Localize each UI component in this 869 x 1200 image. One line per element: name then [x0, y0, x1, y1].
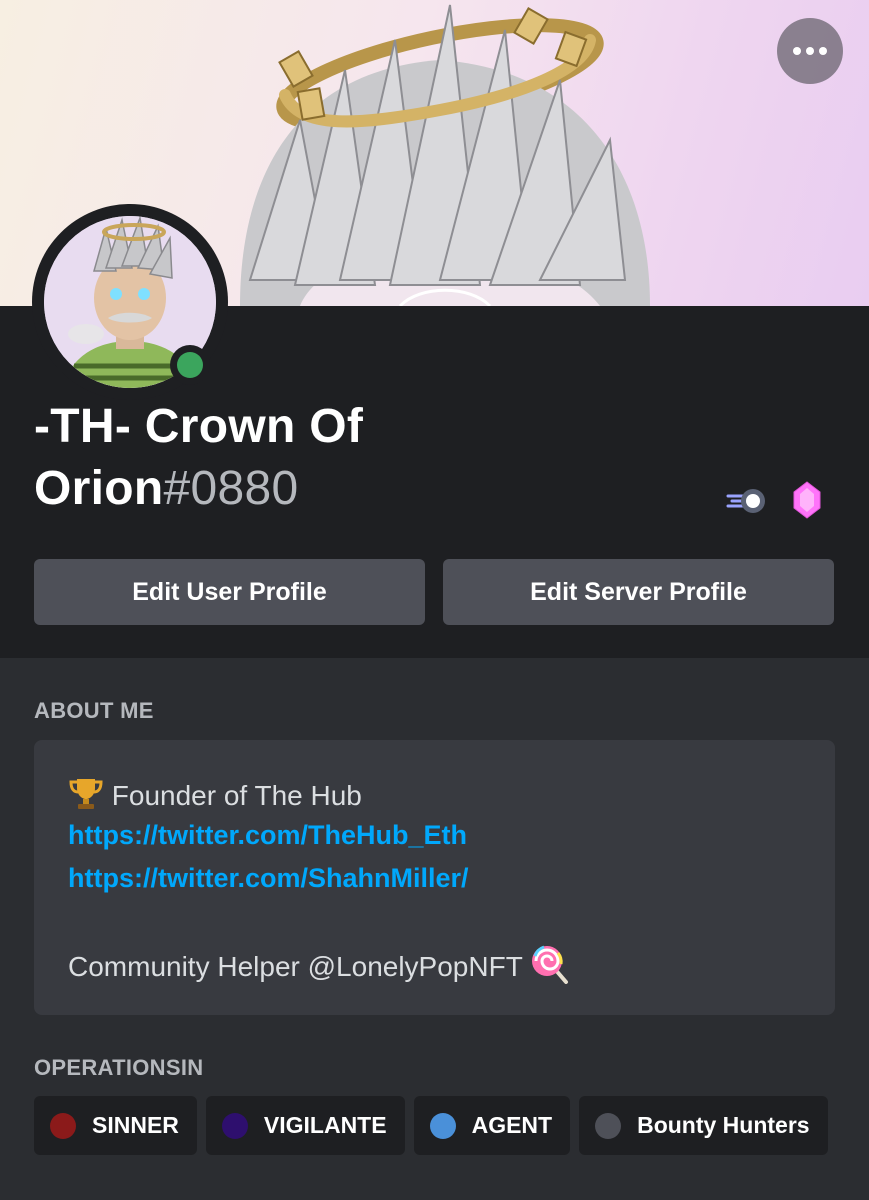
twitter-link-shahnmiller[interactable]: https://twitter.com/ShahnMiller/	[68, 863, 469, 894]
more-options-button[interactable]	[777, 18, 843, 84]
about-me-heading: ABOUT ME	[34, 698, 154, 723]
role-agent[interactable]: AGENT	[413, 1096, 571, 1155]
helper-text: Community Helper @LonelyPopNFT	[68, 951, 523, 982]
online-status-indicator	[170, 345, 210, 385]
about-line-helper: Community Helper @LonelyPopNFT	[68, 944, 570, 984]
twitter-link-thehub[interactable]: https://twitter.com/TheHub_Eth	[68, 820, 467, 851]
role-sinner[interactable]: SINNER	[34, 1096, 197, 1155]
role-label: AGENT	[471, 1112, 553, 1138]
edit-server-profile-button[interactable]: Edit Server Profile	[443, 559, 834, 625]
more-dot-icon	[806, 47, 814, 55]
role-color-dot	[221, 1112, 248, 1139]
more-dot-icon	[819, 47, 827, 55]
role-color-dot	[50, 1112, 76, 1139]
nitro-gem-badge-icon[interactable]	[792, 480, 822, 525]
role-bounty-hunters[interactable]: Bounty Hunters	[579, 1096, 828, 1155]
role-label: SINNER	[92, 1112, 179, 1138]
role-color-dot	[429, 1112, 456, 1139]
display-name: -TH- Crown Of Orion#0880	[34, 396, 554, 520]
more-dot-icon	[793, 47, 801, 55]
about-line-founder: Founder of The Hub	[68, 776, 362, 812]
hypesquad-speed-badge-icon[interactable]	[726, 482, 770, 523]
about-me-box: Founder of The Hub https://twitter.com/T…	[34, 740, 835, 1015]
edit-user-profile-button[interactable]: Edit User Profile	[34, 559, 425, 625]
lollipop-icon	[530, 945, 570, 984]
trophy-icon	[68, 779, 112, 811]
badge-list	[726, 480, 822, 525]
role-label: VIGILANTE	[263, 1112, 387, 1138]
role-label: Bounty Hunters	[637, 1112, 810, 1138]
discriminator: #0880	[163, 462, 299, 515]
founder-text: Founder of The Hub	[111, 780, 362, 811]
role-vigilante[interactable]: VIGILANTE	[205, 1096, 405, 1155]
role-color-dot	[595, 1112, 622, 1139]
role-list: SINNER VIGILANTE AGENT Bounty Hunters	[34, 1096, 828, 1155]
roles-heading: OPERATIONSIN	[34, 1055, 204, 1080]
